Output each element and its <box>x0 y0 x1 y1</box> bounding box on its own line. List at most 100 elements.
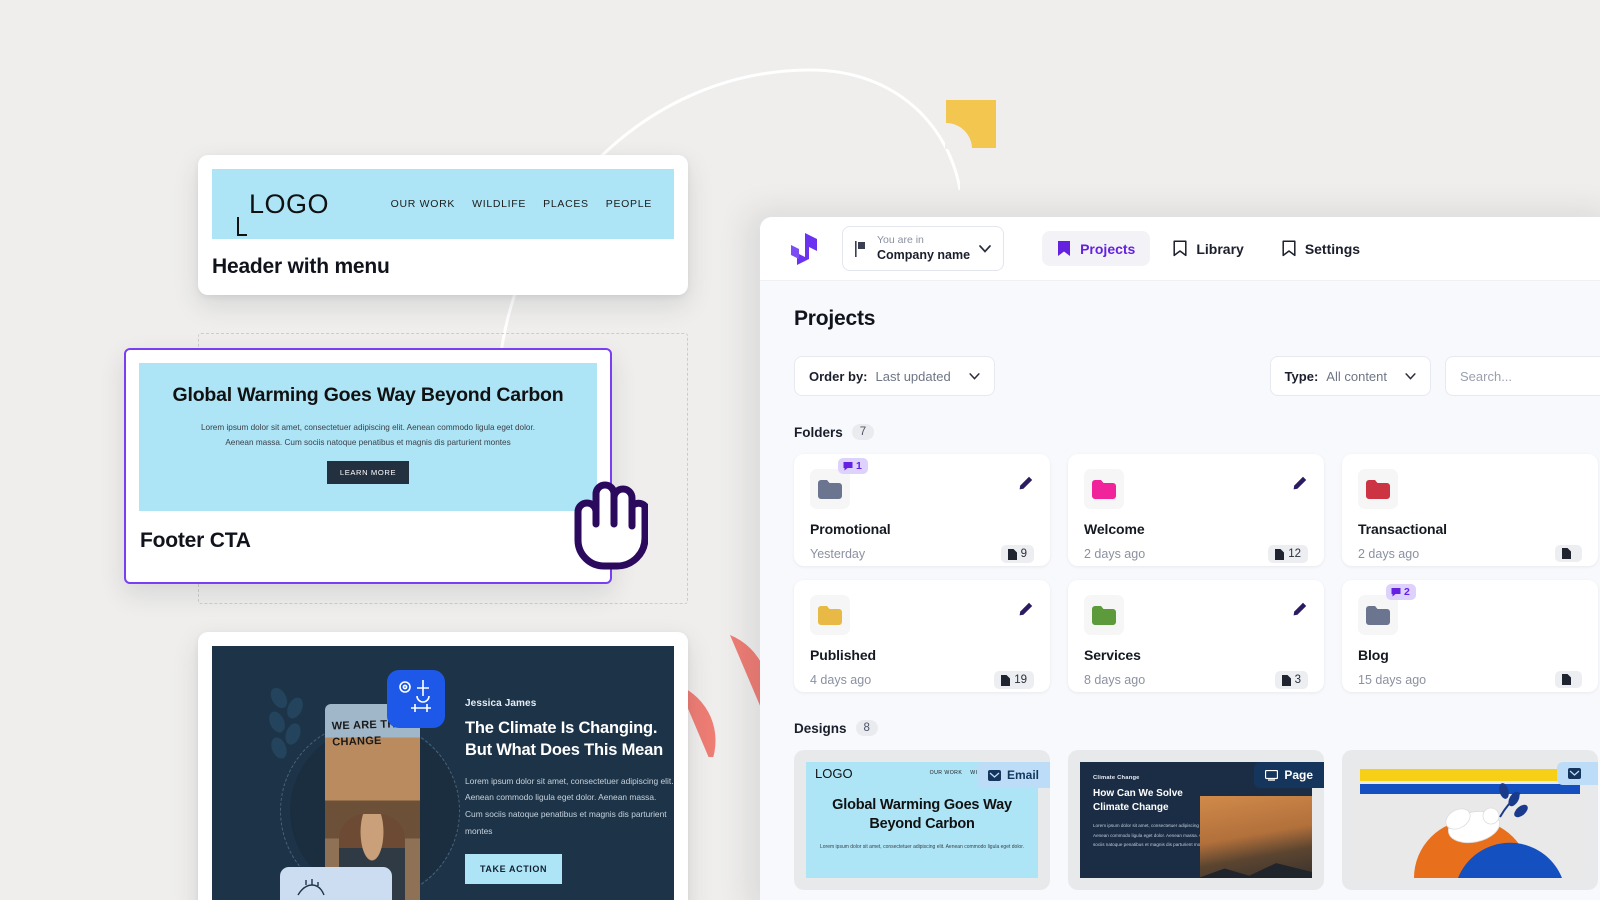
search-input[interactable]: Search... <box>1445 356 1600 396</box>
file-count-badge: 9 <box>1000 545 1034 563</box>
thumb-body: Global Warming Goes Way Beyond Carbon Lo… <box>806 784 1038 878</box>
app-content: Projects Order by: Last updated Type: Al… <box>760 281 1600 890</box>
filter-bar-right: Type: All content Search... <box>1269 356 1600 396</box>
file-icon <box>1007 548 1017 560</box>
folder-card[interactable]: Transactional 2 days ago <box>1342 454 1598 566</box>
folder-icon-wrap: 1 <box>810 458 868 509</box>
folder-card[interactable]: Published 4 days ago 19 <box>794 580 1050 692</box>
canvas-block-header[interactable]: LOGO OUR WORK WILDLIFE PLACES PEOPLE Hea… <box>198 155 688 295</box>
canvas-block-footer-cta[interactable]: Global Warming Goes Way Beyond Carbon Lo… <box>124 348 612 584</box>
order-by-value: Last updated <box>875 368 951 384</box>
bookmark-outline-icon <box>1173 240 1187 257</box>
design-card[interactable]: Page Climate Change How Can We Solve Cli… <box>1068 750 1324 890</box>
cta-title: Global Warming Goes Way Beyond Carbon <box>172 384 564 406</box>
nav-tab-projects-label: Projects <box>1080 240 1136 257</box>
leaf-decoration <box>269 687 303 759</box>
nav-tab-library-label: Library <box>1196 240 1244 257</box>
design-type-badge <box>1557 762 1598 785</box>
folder-icon-wrap: 2 <box>1358 584 1416 635</box>
designs-grid: Email LOGO OUR WORK WILDLIFE PLACES <box>794 750 1600 890</box>
nav-tab-settings[interactable]: Settings <box>1267 231 1375 266</box>
folder-card[interactable]: Welcome 2 days ago 12 <box>1068 454 1324 566</box>
header-logo: LOGO <box>234 189 329 236</box>
folder-name: Welcome <box>1084 521 1145 537</box>
canvas-block-promo[interactable]: WE ARE THE CHANGE Jessica James The Clim… <box>198 632 688 900</box>
promo-author: Jessica James <box>465 698 537 709</box>
folder-date: 8 days ago <box>1084 673 1146 687</box>
folder-card[interactable]: Services 8 days ago 3 <box>1068 580 1324 692</box>
promo-card-chip <box>280 867 392 900</box>
designs-count-badge: 8 <box>855 720 878 736</box>
header-nav-item: WILDLIFE <box>472 198 527 210</box>
file-count: 3 <box>1294 674 1301 686</box>
folders-section-title: Folders <box>794 424 843 440</box>
company-selector-value: Company name <box>877 247 971 262</box>
folder-date: 15 days ago <box>1358 672 1427 687</box>
pencil-icon[interactable] <box>1293 476 1307 490</box>
nav-tab-library[interactable]: Library <box>1158 231 1258 266</box>
cta-body-line-2: Aenean massa. Cum sociis natoque penatib… <box>225 437 511 447</box>
promo-body: Lorem ipsum dolor sit amet, consectetuer… <box>465 775 674 836</box>
design-type-badge: Email <box>976 762 1050 788</box>
cta-body-line-1: Lorem ipsum dolor sit amet, consectetuer… <box>200 422 536 432</box>
type-select[interactable]: Type: All content <box>1269 356 1431 396</box>
brand-logo-icon[interactable] <box>786 231 824 267</box>
design-type-label: Page <box>1284 768 1313 782</box>
file-icon <box>1001 674 1011 686</box>
company-selector-label: You are in <box>877 233 924 246</box>
folders-grid-row-2: Published 4 days ago 19 Services 8 days … <box>794 580 1600 692</box>
order-by-select[interactable]: Order by: Last updated <box>794 356 995 396</box>
dove-illustration <box>1414 783 1562 878</box>
folder-icon-wrap <box>1358 469 1398 509</box>
thumb-illustration-body <box>1354 762 1586 878</box>
comment-count: 2 <box>1404 586 1410 598</box>
header-block-caption: Header with menu <box>212 255 390 278</box>
folder-footer: Yesterday 9 <box>810 545 1034 563</box>
filter-bar: Order by: Last updated Type: All content… <box>794 356 1600 396</box>
design-thumbnail <box>1354 762 1586 878</box>
grab-hand-cursor-icon <box>574 481 648 570</box>
company-selector[interactable]: You are in Company name <box>842 225 1005 272</box>
nav-tab-projects[interactable]: Projects <box>1042 231 1151 266</box>
pencil-icon[interactable] <box>1293 602 1307 616</box>
design-type-label: Email <box>1006 768 1039 782</box>
screenshot-root: LOGO OUR WORK WILDLIFE PLACES PEOPLE Hea… <box>0 0 1600 900</box>
file-icon <box>1281 674 1291 686</box>
designs-section-title: Designs <box>794 720 847 736</box>
design-card[interactable] <box>1342 750 1598 890</box>
thumb-title: Global Warming Goes Way Beyond Carbon <box>832 797 1012 832</box>
envelope-icon <box>1568 768 1581 779</box>
pencil-icon[interactable] <box>1019 476 1033 490</box>
file-count-badge: 3 <box>1274 671 1308 689</box>
chevron-down-icon <box>979 244 991 253</box>
cta-learn-more-button[interactable]: LEARN MORE <box>326 461 410 485</box>
company-selector-text: You are in Company name <box>877 234 970 263</box>
folder-footer: 15 days ago <box>1358 671 1582 688</box>
header-preview-band: LOGO OUR WORK WILDLIFE PLACES PEOPLE <box>212 169 674 239</box>
thumb-nav-item: OUR WORK <box>929 770 963 776</box>
folder-card[interactable]: 1 Promotional Yesterday 9 <box>794 454 1050 566</box>
thumb-photo <box>1200 796 1312 878</box>
folders-count-badge: 7 <box>851 424 875 440</box>
promo-take-action-button[interactable]: TAKE ACTION <box>465 853 563 884</box>
file-icon <box>1562 548 1571 559</box>
comment-count: 1 <box>856 460 862 472</box>
footer-block-caption: Footer CTA <box>140 529 251 552</box>
monitor-icon <box>1265 769 1279 781</box>
folder-name: Transactional <box>1358 521 1447 537</box>
thumb-subtitle: Lorem ipsum dolor sit amet, consectetuer… <box>819 843 1024 850</box>
folder-card[interactable]: 2 Blog 15 days ago <box>1342 580 1598 692</box>
comment-icon <box>1391 588 1401 597</box>
design-card[interactable]: Email LOGO OUR WORK WILDLIFE PLACES <box>794 750 1050 890</box>
sticky-note-decoration <box>945 100 996 149</box>
thumb-body-text: Lorem ipsum dolor sit amet, consectetuer… <box>1093 823 1209 848</box>
pencil-icon[interactable] <box>1019 602 1033 616</box>
promo-title: The Climate Is Changing. But What Does T… <box>465 719 663 759</box>
cta-preview-band: Global Warming Goes Way Beyond Carbon Lo… <box>139 363 597 511</box>
promo-icon-badge <box>387 670 445 728</box>
folders-grid-row-1: 1 Promotional Yesterday 9 Welcome 2 days… <box>794 454 1600 566</box>
order-by-label: Order by: <box>809 368 868 384</box>
comment-count-badge: 1 <box>838 458 868 474</box>
folder-icon <box>1366 479 1390 499</box>
flag-icon <box>855 240 865 257</box>
